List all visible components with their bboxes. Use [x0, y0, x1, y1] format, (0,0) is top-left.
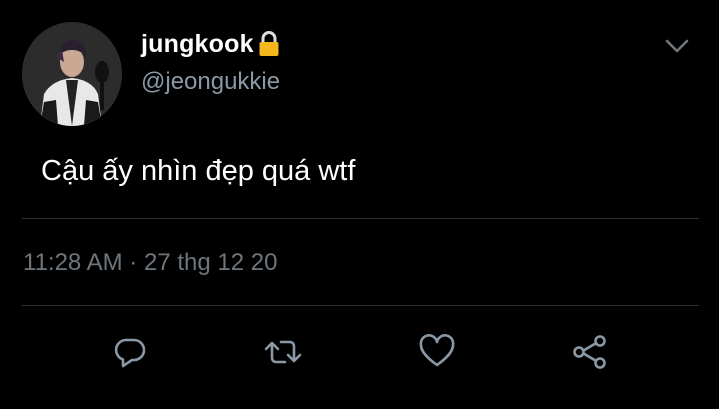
user-handle[interactable]: @jeongukkie: [141, 68, 280, 96]
timestamp-separator: ·: [129, 249, 138, 276]
retweet-icon: [263, 334, 303, 375]
like-button[interactable]: [415, 332, 459, 376]
tweet-card: jungkook @jeongukkie Cậu ấy nhìn đẹp quá…: [0, 0, 719, 409]
reply-icon: [112, 334, 148, 375]
chevron-down-icon[interactable]: [664, 36, 690, 56]
avatar-photo: [22, 22, 122, 126]
avatar[interactable]: [22, 22, 122, 126]
like-icon: [418, 333, 456, 375]
share-button[interactable]: [568, 332, 612, 376]
lock-icon: [257, 31, 281, 57]
divider: [22, 218, 699, 219]
tweet-time: 11:28 AM: [23, 249, 123, 276]
display-name[interactable]: jungkook: [141, 30, 254, 59]
reply-button[interactable]: [108, 332, 152, 376]
tweet-text: Cậu ấy nhìn đẹp quá wtf: [41, 155, 356, 187]
retweet-button[interactable]: [261, 332, 305, 376]
tweet-timestamp[interactable]: 11:28 AM · 27 thg 12 20: [23, 249, 277, 277]
name-row: jungkook: [141, 27, 281, 61]
tweet-date: 27 thg 12 20: [143, 249, 278, 276]
divider: [22, 305, 699, 306]
share-icon: [570, 334, 610, 375]
